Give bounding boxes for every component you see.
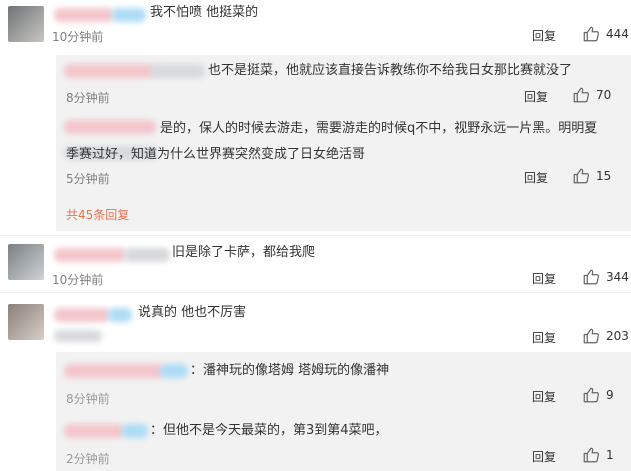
comment-time: 10分钟前 bbox=[52, 30, 104, 44]
thumbs-up-icon bbox=[582, 386, 600, 404]
reply-time: 5分钟前 bbox=[66, 172, 110, 186]
like-button[interactable]: 444 bbox=[582, 25, 629, 43]
reply-button[interactable]: 回复 bbox=[532, 27, 556, 44]
reply-username-blurred[interactable] bbox=[150, 64, 205, 78]
reply-text-line1: 是的，保人的时候去游走，需要游走的时候q不中，视野永远一片黑。明明夏 bbox=[160, 121, 598, 136]
like-count: 444 bbox=[606, 27, 629, 41]
thumbs-up-icon bbox=[582, 25, 600, 43]
comment-time-blurred bbox=[54, 330, 102, 342]
reply-text: 也不是挺菜，他就应该直接告诉教练你不给我日女那比赛就没了 bbox=[208, 63, 573, 78]
like-count: 1 bbox=[606, 448, 614, 462]
thumbs-up-icon bbox=[582, 327, 600, 345]
reply-time: 2分钟前 bbox=[66, 452, 110, 466]
like-count: 15 bbox=[596, 169, 612, 183]
like-button[interactable]: 1 bbox=[582, 446, 614, 464]
reply-time: 8分钟前 bbox=[66, 91, 110, 105]
like-count: 70 bbox=[596, 88, 612, 102]
reply-button[interactable]: 回复 bbox=[532, 388, 556, 405]
reply-text-line2: 季赛过好，知道为什么世界赛突然变成了日女绝活哥 bbox=[66, 147, 366, 162]
avatar[interactable] bbox=[8, 304, 44, 340]
like-button[interactable]: 203 bbox=[582, 327, 629, 345]
thumbs-up-icon bbox=[572, 167, 590, 185]
username-blurred[interactable] bbox=[54, 308, 110, 322]
reply-text: ：潘神玩的像塔姆 塔姆玩的像潘神 bbox=[190, 363, 390, 378]
reply-button[interactable]: 回复 bbox=[532, 270, 556, 287]
comment-text: 我不怕喷 他挺菜的 bbox=[150, 5, 259, 20]
thumbs-up-icon bbox=[582, 446, 600, 464]
like-button[interactable]: 344 bbox=[582, 268, 629, 286]
divider bbox=[0, 235, 631, 236]
thumbs-up-icon bbox=[582, 268, 600, 286]
reply-username-blurred[interactable] bbox=[64, 120, 156, 134]
reply-button[interactable]: 回复 bbox=[524, 88, 548, 105]
reply-button[interactable]: 回复 bbox=[532, 448, 556, 465]
like-count: 344 bbox=[606, 270, 629, 284]
comment-time: 10分钟前 bbox=[52, 273, 104, 287]
avatar[interactable] bbox=[8, 244, 44, 280]
reply-button[interactable]: 回复 bbox=[532, 329, 556, 346]
username-blurred[interactable] bbox=[112, 8, 146, 22]
thumbs-up-icon bbox=[572, 86, 590, 104]
more-replies-link[interactable]: 共45条回复 bbox=[66, 206, 129, 223]
reply-thread bbox=[56, 55, 631, 231]
like-button[interactable]: 15 bbox=[572, 167, 611, 185]
reply-username-blurred[interactable] bbox=[160, 364, 188, 378]
reply-button[interactable]: 回复 bbox=[524, 169, 548, 186]
reply-username-blurred[interactable] bbox=[64, 424, 124, 438]
like-count: 9 bbox=[606, 388, 614, 402]
reply-username-blurred[interactable] bbox=[122, 424, 148, 438]
divider bbox=[0, 292, 631, 293]
reply-text: ：但他不是今天最菜的，第3到第4菜吧， bbox=[150, 423, 388, 438]
like-button[interactable]: 9 bbox=[582, 386, 614, 404]
like-count: 203 bbox=[606, 329, 629, 343]
avatar[interactable] bbox=[8, 6, 44, 42]
username-blurred[interactable] bbox=[54, 248, 126, 262]
comment-text: 说真的 他也不厉害 bbox=[138, 305, 247, 320]
reply-time: 8分钟前 bbox=[66, 392, 110, 406]
reply-username-blurred[interactable] bbox=[64, 364, 164, 378]
username-blurred[interactable] bbox=[54, 8, 114, 22]
username-blurred[interactable] bbox=[124, 248, 170, 262]
reply-username-blurred[interactable] bbox=[64, 64, 154, 78]
username-blurred[interactable] bbox=[108, 308, 132, 322]
comment-text: 旧是除了卡萨，都给我爬 bbox=[172, 245, 316, 260]
like-button[interactable]: 70 bbox=[572, 86, 611, 104]
